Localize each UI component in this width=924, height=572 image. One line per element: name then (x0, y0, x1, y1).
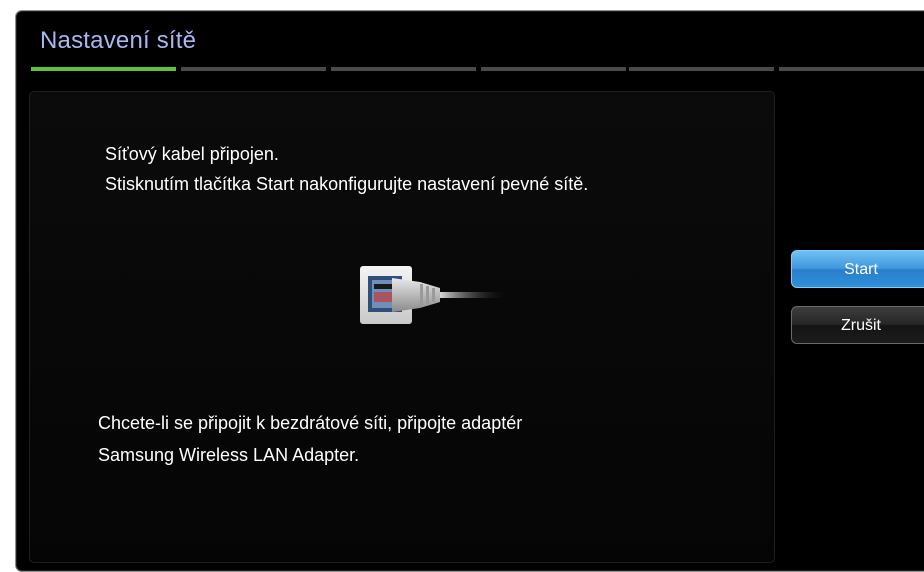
network-settings-window: Nastavení sítě Síťový kabel připojen. St… (15, 10, 924, 572)
progress-step-1 (31, 67, 176, 71)
wireless-note-line2: Samsung Wireless LAN Adapter. (98, 445, 360, 465)
content-panel: Síťový kabel připojen. Stisknutím tlačít… (29, 91, 775, 563)
page-title: Nastavení sítě (40, 27, 197, 54)
wireless-note: Chcete-li se připojit k bezdrátové síti,… (98, 407, 522, 471)
status-message: Síťový kabel připojen. Stisknutím tlačít… (105, 139, 588, 199)
ethernet-cable-icon (348, 262, 510, 332)
cable-connected-text: Síťový kabel připojen. (105, 144, 279, 164)
step-progress-bar (31, 67, 924, 71)
progress-step-2 (181, 67, 326, 71)
cancel-button[interactable]: Zrušit (791, 306, 924, 344)
progress-step-3 (331, 67, 476, 71)
progress-step-5 (629, 67, 774, 71)
progress-step-6 (779, 67, 924, 71)
start-instruction-text: Stisknutím tlačítka Start nakonfigurujte… (105, 174, 589, 194)
wireless-note-line1: Chcete-li se připojit k bezdrátové síti,… (98, 413, 523, 433)
progress-step-4 (481, 67, 626, 71)
start-button[interactable]: Start (791, 250, 924, 288)
